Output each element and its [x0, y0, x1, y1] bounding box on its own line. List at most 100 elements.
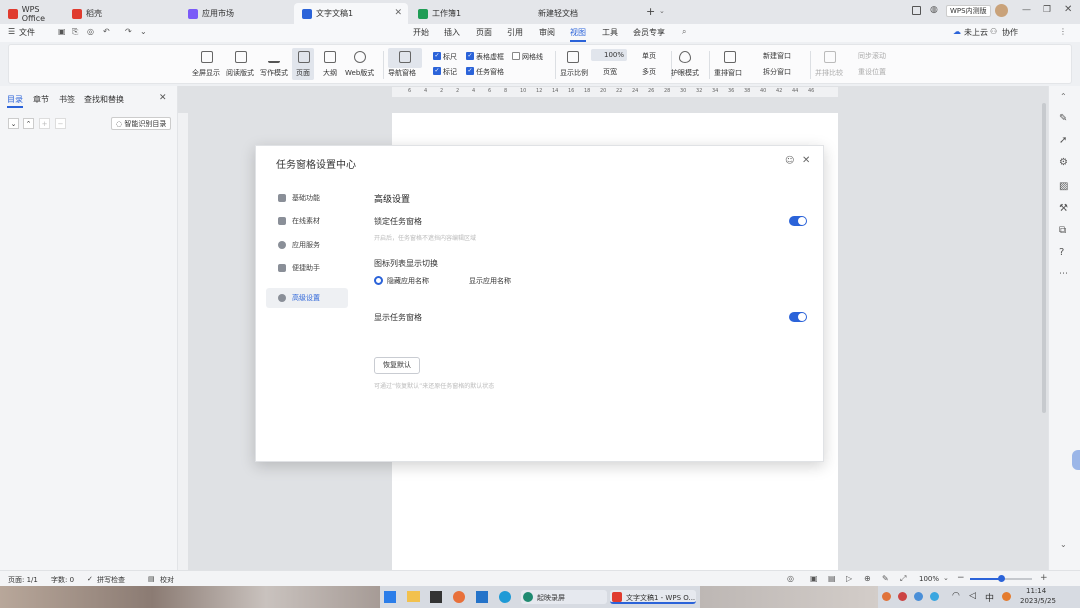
save-icon[interactable]: ▣ [58, 27, 66, 36]
add-heading-icon[interactable]: + [39, 118, 50, 129]
page-count[interactable]: 页面: 1/1 [8, 575, 38, 585]
vertical-scrollbar[interactable] [1042, 103, 1046, 413]
language-icon[interactable]: 中 [985, 591, 994, 604]
table-gridlines-checkbox[interactable]: ✓ [466, 52, 474, 60]
gridlines-checkbox[interactable] [512, 52, 520, 60]
feedback-icon[interactable]: ☺ [785, 156, 794, 166]
play-icon[interactable]: ▷ [846, 574, 852, 583]
more-icon[interactable]: ⋯ [1059, 269, 1068, 279]
taskbar-app-recorder[interactable]: 起映录屏 [521, 590, 607, 604]
tab-daoke[interactable]: 稻壳 [64, 3, 178, 24]
redo-icon[interactable]: ↷ [125, 27, 132, 36]
volume-icon[interactable]: ◁ [969, 591, 976, 601]
file-explorer-icon[interactable] [407, 591, 420, 602]
proofread-button[interactable]: 校对 [160, 575, 174, 585]
new-window-button[interactable]: 新建窗口 [763, 51, 791, 61]
side-item-basic[interactable]: 基础功能 [266, 188, 348, 208]
start-menu-icon[interactable] [384, 591, 396, 603]
focus-icon[interactable]: ◎ [787, 574, 794, 583]
collab-icon[interactable]: ⚇ [990, 27, 997, 36]
reading-layout-button[interactable]: 阅读版式 [226, 68, 254, 78]
wifi-icon[interactable]: ◠ [952, 591, 960, 601]
nav-tab-bookmarks[interactable]: 书签 [59, 94, 75, 105]
menu-tab-page[interactable]: 页面 [476, 27, 492, 38]
nav-tab-toc[interactable]: 目录 [7, 94, 23, 108]
side-item-app-services[interactable]: 应用服务 [266, 235, 348, 255]
maximize-icon[interactable]: ❐ [1043, 5, 1051, 15]
collapse-icon[interactable]: ⌃ [1060, 92, 1067, 101]
settings-sliders-icon[interactable]: ⚙ [1059, 157, 1068, 168]
zoom-slider-handle[interactable] [998, 575, 1005, 582]
customize-icon[interactable]: ⌄ [140, 27, 147, 36]
image-icon[interactable]: ▨ [1059, 181, 1068, 192]
vertical-ruler[interactable] [178, 113, 188, 570]
close-pane-icon[interactable]: ✕ [159, 93, 167, 103]
expand-down-icon[interactable]: ⌄ [8, 118, 19, 129]
lock-task-pane-toggle[interactable] [789, 216, 807, 226]
user-badge[interactable]: WPS内测版 [946, 5, 991, 17]
search-icon[interactable]: ⌕ [682, 27, 686, 37]
avatar[interactable] [995, 4, 1008, 17]
fullscreen-button[interactable]: 全屏显示 [192, 68, 220, 78]
web-view-status-icon[interactable]: ▤ [828, 574, 836, 583]
menu-tab-insert[interactable]: 插入 [444, 27, 460, 38]
collab-button[interactable]: 协作 [1002, 27, 1018, 38]
zoom-out-icon[interactable]: − [957, 573, 965, 583]
store-icon[interactable] [476, 591, 488, 603]
show-task-pane-toggle[interactable] [789, 312, 807, 322]
layout-icon[interactable] [912, 6, 921, 15]
page-view-button[interactable]: 页面 [296, 68, 310, 78]
fit-icon[interactable]: ⤢ [900, 574, 906, 584]
tab-app-market[interactable]: 应用市场 [180, 3, 294, 24]
task-pane-checkbox[interactable]: ✓ [466, 67, 474, 75]
hamburger-icon[interactable]: ☰ [8, 27, 15, 36]
theme-icon[interactable]: ◍ [930, 5, 938, 15]
nav-tab-find-replace[interactable]: 查找和替换 [84, 94, 124, 105]
print-preview-icon[interactable]: ◎ [87, 27, 94, 36]
eye-protection-button[interactable]: 护眼模式 [671, 68, 699, 78]
page-width-button[interactable]: 页宽 [603, 67, 617, 77]
restore-default-button[interactable]: 恢复默认 [374, 357, 420, 374]
close-dialog-icon[interactable]: ✕ [802, 155, 810, 166]
word-count[interactable]: 字数: 0 [51, 575, 74, 585]
split-window-button[interactable]: 拆分窗口 [763, 67, 791, 77]
taskbar-app-wps[interactable]: 文字文稿1 - WPS O... [610, 590, 696, 604]
web-layout-button[interactable]: Web版式 [345, 68, 374, 78]
chevron-down-icon[interactable]: ⌄ [659, 7, 665, 15]
nav-tab-chapters[interactable]: 章节 [33, 94, 49, 105]
tray-icon[interactable] [882, 592, 891, 601]
outline-button[interactable]: 大纲 [323, 68, 337, 78]
clock-date[interactable]: 2023/5/25 [1020, 597, 1056, 605]
close-window-icon[interactable]: ✕ [1064, 4, 1072, 15]
writing-mode-button[interactable]: 写作模式 [260, 68, 288, 78]
side-item-advanced[interactable]: 高级设置 [266, 288, 348, 308]
remove-heading-icon[interactable]: − [55, 118, 66, 129]
menu-tab-member[interactable]: 会员专享 [633, 27, 665, 38]
pointer-icon[interactable]: ➚ [1059, 135, 1067, 146]
help-icon[interactable]: ? [1059, 247, 1064, 258]
menu-tab-review[interactable]: 审阅 [539, 27, 555, 38]
new-tab-icon[interactable]: + [646, 5, 655, 18]
pen-icon[interactable]: ✎ [1059, 113, 1067, 124]
side-item-online-assets[interactable]: 在线素材 [266, 211, 348, 231]
tools-icon[interactable]: ⚒ [1059, 203, 1068, 214]
page-view-status-icon[interactable]: ▣ [810, 574, 818, 583]
multi-page-button[interactable]: 多页 [642, 67, 656, 77]
smart-toc-button[interactable]: ◌ 智能识别目录 [111, 117, 172, 130]
zoom-button[interactable]: 显示比例 [560, 68, 588, 78]
tab-wps-office[interactable]: WPS Office [0, 3, 64, 24]
zoom-100-button[interactable]: 100% [604, 51, 624, 59]
more-icon[interactable]: ⋮ [1059, 27, 1067, 36]
horizontal-ruler[interactable]: 6 4 2 2 4 6 8 10 12 14 16 18 20 22 24 26 28 30 32 34 36 38 40 4… [392, 87, 838, 97]
app-x-icon[interactable] [430, 591, 442, 603]
hide-app-name-radio[interactable] [374, 276, 383, 285]
tray-icon[interactable] [1002, 592, 1011, 601]
pen-status-icon[interactable]: ✎ [882, 574, 889, 583]
export-icon[interactable]: ⎘ [72, 27, 78, 37]
hide-app-name-label[interactable]: 隐藏应用名称 [387, 276, 429, 286]
rearrange-button[interactable]: 重排窗口 [714, 68, 742, 78]
edge-icon[interactable] [499, 591, 511, 603]
cloud-status[interactable]: 未上云 [964, 27, 988, 38]
collapse-up-icon[interactable]: ⌃ [23, 118, 34, 129]
single-page-button[interactable]: 单页 [642, 51, 656, 61]
